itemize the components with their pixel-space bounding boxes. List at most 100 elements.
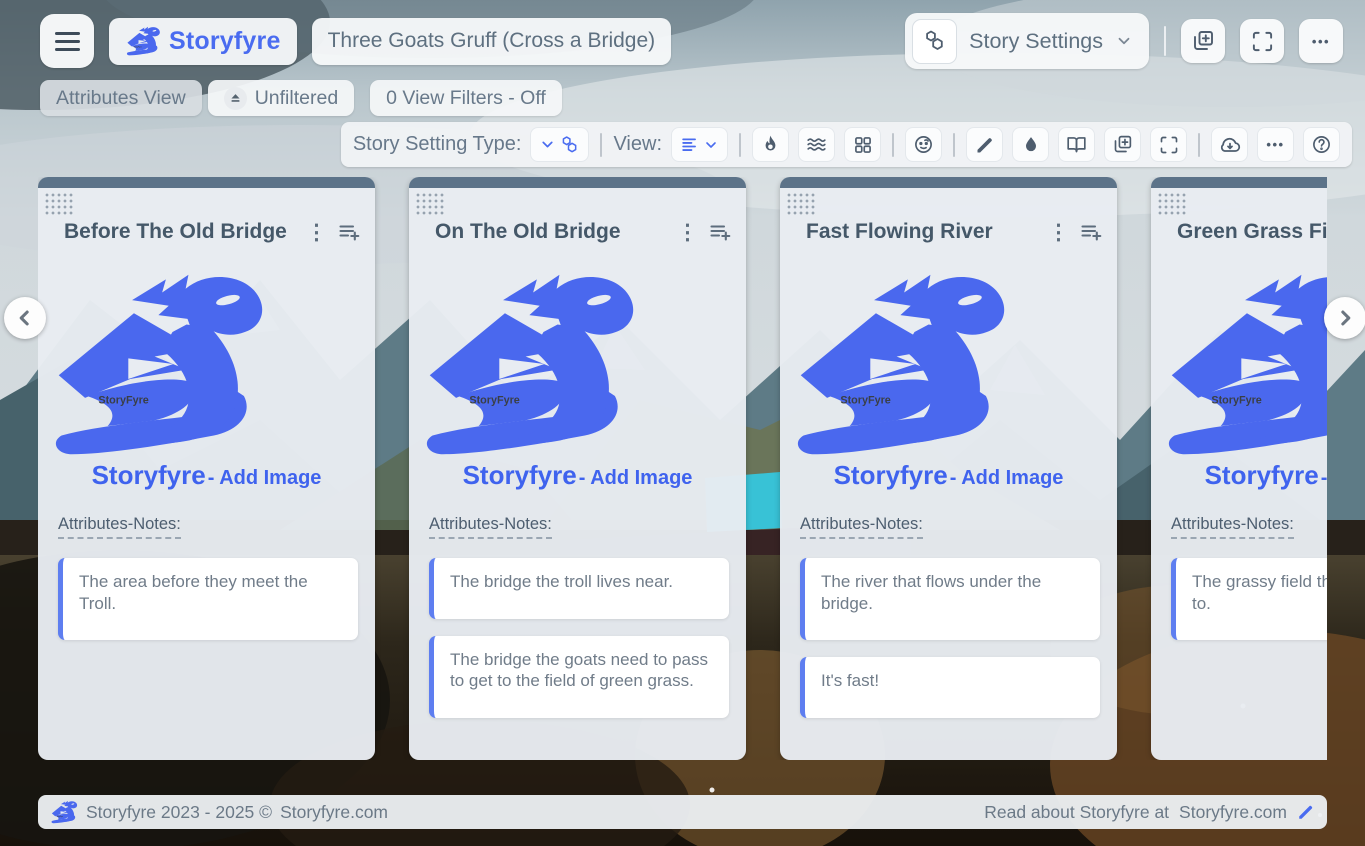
placeholder-dragon-image xyxy=(1151,270,1327,458)
attributes-notes-label: Attributes-Notes: xyxy=(800,515,923,539)
read-mode-button[interactable] xyxy=(1058,127,1095,162)
card-toolbar: Story Setting Type: View: ••• xyxy=(341,122,1352,167)
pencil-icon xyxy=(975,135,995,155)
add-note-icon[interactable] xyxy=(337,220,361,244)
note[interactable]: The area before they meet the Troll. xyxy=(58,558,358,641)
open-book-icon xyxy=(1066,134,1087,155)
note[interactable]: It's fast! xyxy=(800,657,1100,718)
cloud-download-icon xyxy=(1219,134,1241,156)
hexagons-icon xyxy=(912,19,957,64)
edit-pencil-icon[interactable] xyxy=(1297,803,1315,821)
card-title: On The Old Bridge xyxy=(435,220,671,244)
attributes-view-pill[interactable]: Attributes View xyxy=(40,80,202,116)
character-face-button[interactable] xyxy=(905,127,942,162)
view-label: View: xyxy=(613,133,662,156)
list-view-icon xyxy=(680,135,699,154)
add-image-caption: Storyfyre- Add Image xyxy=(409,460,746,491)
chevron-down-icon xyxy=(703,137,719,153)
add-note-icon[interactable] xyxy=(708,220,732,244)
story-settings-dropdown[interactable]: Story Settings xyxy=(905,13,1149,69)
setting-card: Before The Old Bridge ⋮ Storyfyre- Add I… xyxy=(38,177,375,760)
drag-handle[interactable] xyxy=(44,192,74,217)
chevron-right-icon xyxy=(1332,305,1358,331)
caption-suffix: - Add Image xyxy=(579,467,693,489)
caption-suffix: - Add Image xyxy=(208,467,322,489)
fullscreen-button[interactable] xyxy=(1240,19,1284,63)
caption-suffix: - Add Image xyxy=(1321,467,1327,489)
note[interactable]: The river that flows under the bridge. xyxy=(800,558,1100,641)
help-button[interactable] xyxy=(1303,127,1340,162)
dragon-logo-icon xyxy=(50,800,78,824)
grid-icon xyxy=(853,135,873,155)
storyfyre-link[interactable]: Storyfyre.com xyxy=(1179,802,1287,823)
story-settings-label: Story Settings xyxy=(969,29,1103,54)
duplicate-card-button[interactable] xyxy=(1104,127,1141,162)
card-title: Fast Flowing River xyxy=(806,220,1042,244)
card-title: Green Grass Field xyxy=(1177,220,1327,244)
header-divider xyxy=(1164,26,1166,56)
maximize-icon xyxy=(1159,135,1179,155)
edit-button[interactable] xyxy=(966,127,1003,162)
ellipsis-icon: ••• xyxy=(1266,137,1284,152)
view-mode-select[interactable] xyxy=(671,127,728,162)
expand-button[interactable] xyxy=(1150,127,1187,162)
drag-handle[interactable] xyxy=(1157,192,1187,217)
attributes-notes-label: Attributes-Notes: xyxy=(58,515,181,539)
card-menu-button[interactable]: ⋮ xyxy=(671,222,704,243)
setting-type-label: Story Setting Type: xyxy=(353,133,522,156)
more-options-button[interactable]: ••• xyxy=(1299,19,1343,63)
card-title: Before The Old Bridge xyxy=(64,220,300,244)
grid-view-button[interactable] xyxy=(844,127,881,162)
caption-suffix: - Add Image xyxy=(950,467,1064,489)
toolbar-divider xyxy=(1198,133,1200,157)
cloud-sync-button[interactable] xyxy=(1211,127,1248,162)
scroll-left-button[interactable] xyxy=(4,297,46,339)
unfiltered-pill[interactable]: Unfiltered xyxy=(208,80,354,116)
site-text: Storyfyre.com xyxy=(280,802,388,823)
setting-type-select[interactable] xyxy=(530,127,589,162)
menu-icon xyxy=(55,32,80,51)
menu-button[interactable] xyxy=(40,14,94,68)
toolbar-divider xyxy=(953,133,955,157)
caption-brand: Storyfyre xyxy=(1205,460,1319,490)
toolbar-more-button[interactable]: ••• xyxy=(1257,127,1294,162)
droplet-icon xyxy=(1021,135,1041,155)
add-image-caption: Storyfyre- Add Image xyxy=(1151,460,1327,491)
scroll-right-button[interactable] xyxy=(1324,297,1365,339)
eject-icon xyxy=(224,87,247,110)
flame-icon xyxy=(760,134,781,155)
chevron-down-icon xyxy=(1115,32,1133,50)
story-title[interactable]: Three Goats Gruff (Cross a Bridge) xyxy=(312,18,672,65)
maximize-icon xyxy=(1251,30,1274,53)
hexagons-icon xyxy=(560,135,580,155)
waves-tool-button[interactable] xyxy=(798,127,835,162)
note[interactable]: The bridge the troll lives near. xyxy=(429,558,729,619)
add-image-area[interactable]: Storyfyre- Add Image xyxy=(780,270,1117,491)
caption-brand: Storyfyre xyxy=(834,460,948,490)
drag-handle[interactable] xyxy=(415,192,445,217)
card-menu-button[interactable]: ⋮ xyxy=(1042,222,1075,243)
notes-list: The bridge the troll lives near. The bri… xyxy=(429,558,729,718)
add-image-area[interactable]: Storyfyre- Add Image xyxy=(409,270,746,491)
view-filters-pill[interactable]: 0 View Filters - Off xyxy=(370,80,562,116)
placeholder-dragon-image xyxy=(38,270,275,458)
brand-logo[interactable]: Storyfyre xyxy=(109,18,297,65)
flame-tool-button[interactable] xyxy=(752,127,789,162)
add-image-area[interactable]: Storyfyre- Add Image xyxy=(38,270,375,491)
toolbar-divider xyxy=(739,133,741,157)
copy-plus-icon xyxy=(1191,29,1215,53)
card-menu-button[interactable]: ⋮ xyxy=(300,222,333,243)
duplicate-board-button[interactable] xyxy=(1181,19,1225,63)
drag-handle[interactable] xyxy=(786,192,816,217)
cards-track: Before The Old Bridge ⋮ Storyfyre- Add I… xyxy=(38,177,1327,760)
add-image-area[interactable]: Storyfyre- Add Image xyxy=(1151,270,1327,491)
note[interactable]: The grassy field they want to get to. xyxy=(1171,558,1327,641)
droplet-tool-button[interactable] xyxy=(1012,127,1049,162)
setting-card: Fast Flowing River ⋮ Storyfyre- Add Imag… xyxy=(780,177,1117,760)
help-icon xyxy=(1311,134,1332,155)
chevron-left-icon xyxy=(12,305,38,331)
add-note-icon[interactable] xyxy=(1079,220,1103,244)
attributes-notes-label: Attributes-Notes: xyxy=(1171,515,1294,539)
note[interactable]: The bridge the goats need to pass to get… xyxy=(429,636,729,719)
copyright-text: Storyfyre 2023 - 2025 © xyxy=(86,802,272,823)
